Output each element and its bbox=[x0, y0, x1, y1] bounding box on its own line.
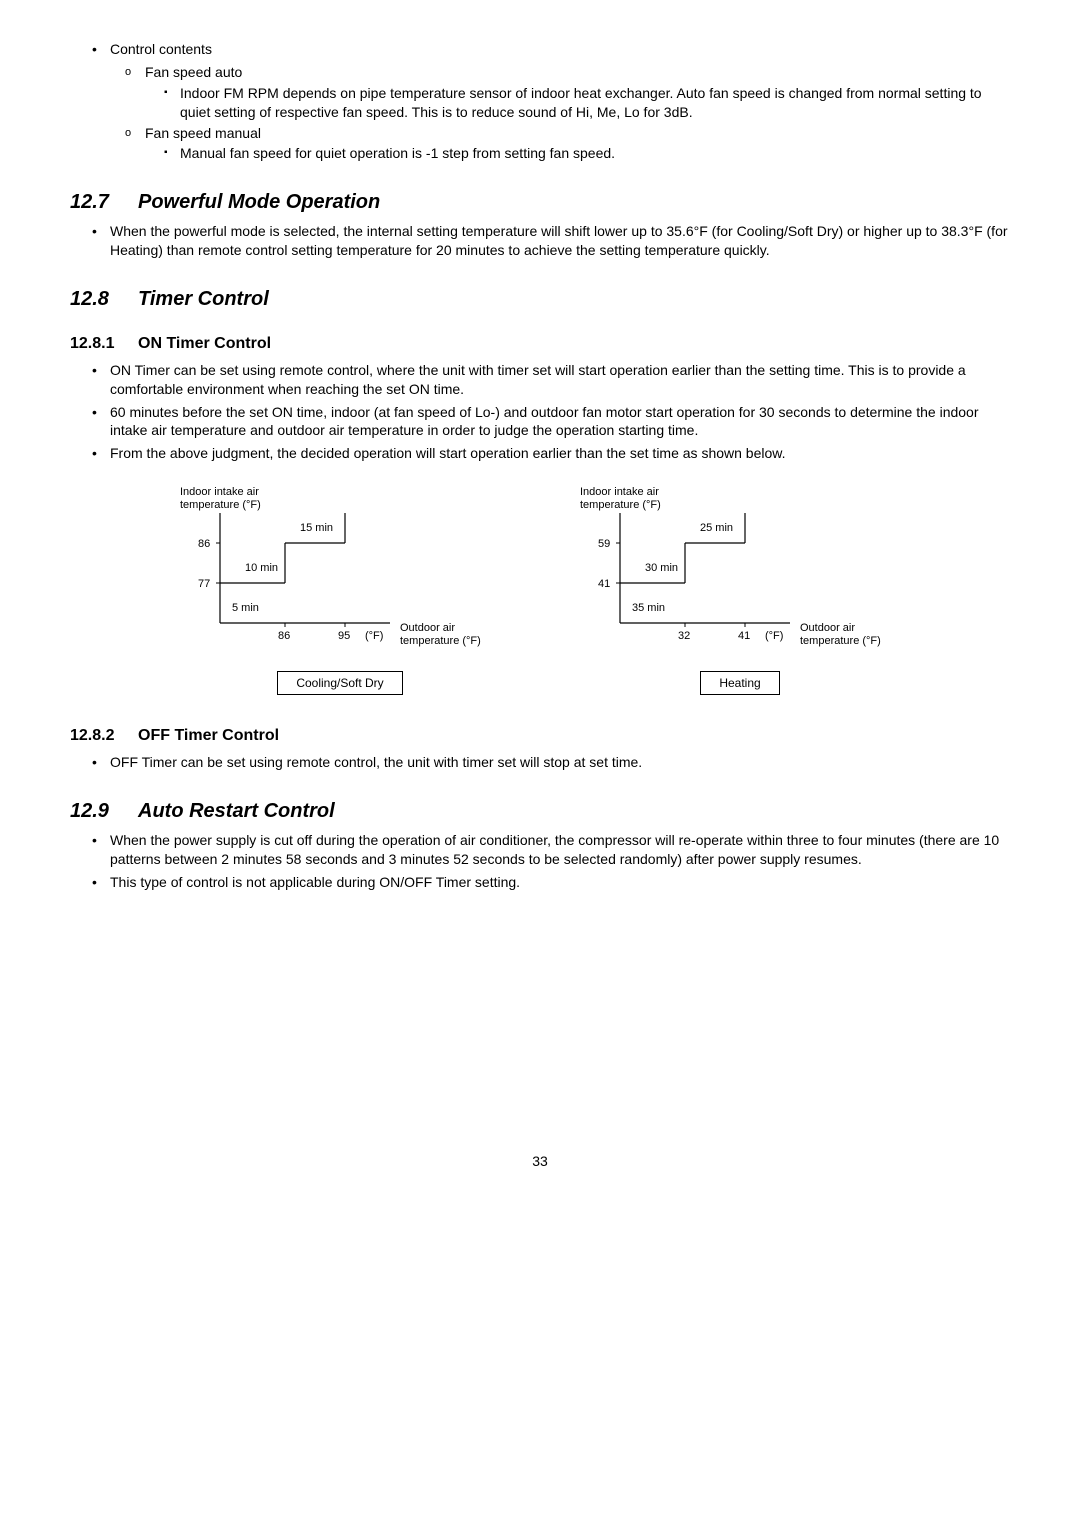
timer-charts: Indoor intake air temperature (°F) 86 77… bbox=[70, 483, 1010, 695]
section-12-9-num: 12.9 bbox=[70, 798, 138, 825]
cooling-xunit: (°F) bbox=[365, 630, 383, 642]
section-12-8-1-num: 12.8.1 bbox=[70, 333, 138, 355]
section-12-8-2-title: OFF Timer Control bbox=[138, 727, 279, 744]
section-12-9-title: Auto Restart Control bbox=[138, 800, 335, 822]
heating-y-41: 41 bbox=[598, 578, 610, 590]
section-12-8-1-p1: ON Timer can be set using remote control… bbox=[70, 361, 1010, 399]
heating-25min: 25 min bbox=[700, 522, 733, 534]
heating-ylabel1: Indoor intake air bbox=[580, 486, 659, 498]
section-12-9-p1: When the power supply is cut off during … bbox=[70, 831, 1010, 869]
cooling-x-86: 86 bbox=[278, 630, 290, 642]
section-12-7-title: Powerful Mode Operation bbox=[138, 191, 380, 213]
heating-xunit: (°F) bbox=[765, 630, 783, 642]
heating-xlabel1: Outdoor air bbox=[800, 622, 855, 634]
cooling-y-86: 86 bbox=[198, 538, 210, 550]
fan-speed-manual-detail: Manual fan speed for quiet operation is … bbox=[70, 144, 1010, 163]
page-number: 33 bbox=[70, 1152, 1010, 1171]
control-contents-title: Control contents bbox=[70, 40, 1010, 59]
section-12-9-p2: This type of control is not applicable d… bbox=[70, 873, 1010, 892]
heating-chart-box: Heating bbox=[700, 671, 779, 695]
section-12-8-num: 12.8 bbox=[70, 286, 138, 313]
cooling-10min: 10 min bbox=[245, 562, 278, 574]
cooling-x-95: 95 bbox=[338, 630, 350, 642]
section-12-8-1-p3: From the above judgment, the decided ope… bbox=[70, 444, 1010, 463]
heating-35min: 35 min bbox=[632, 602, 665, 614]
heating-chart-svg: Indoor intake air temperature (°F) 59 41… bbox=[560, 483, 920, 653]
heating-x-32: 32 bbox=[678, 630, 690, 642]
section-12-8-1-title: ON Timer Control bbox=[138, 335, 271, 352]
section-12-8-2-num: 12.8.2 bbox=[70, 725, 138, 747]
section-12-9-heading: 12.9Auto Restart Control bbox=[70, 798, 1010, 825]
control-contents-list: Control contents Fan speed auto Indoor F… bbox=[70, 40, 1010, 163]
cooling-xlabel1: Outdoor air bbox=[400, 622, 455, 634]
chart-ylabel2: temperature (°F) bbox=[180, 499, 261, 511]
heating-chart: Indoor intake air temperature (°F) 59 41… bbox=[560, 483, 920, 695]
section-12-8-heading: 12.8Timer Control bbox=[70, 286, 1010, 313]
cooling-y-77: 77 bbox=[198, 578, 210, 590]
fan-speed-manual: Fan speed manual bbox=[70, 124, 1010, 143]
heating-ylabel2: temperature (°F) bbox=[580, 499, 661, 511]
heating-x-41: 41 bbox=[738, 630, 750, 642]
section-12-7-num: 12.7 bbox=[70, 189, 138, 216]
section-12-8-2-heading: 12.8.2OFF Timer Control bbox=[70, 725, 1010, 747]
heating-y-59: 59 bbox=[598, 538, 610, 550]
cooling-xlabel2: temperature (°F) bbox=[400, 635, 481, 647]
cooling-5min: 5 min bbox=[232, 602, 259, 614]
cooling-15min: 15 min bbox=[300, 522, 333, 534]
section-12-8-1-heading: 12.8.1ON Timer Control bbox=[70, 333, 1010, 355]
section-12-7-heading: 12.7Powerful Mode Operation bbox=[70, 189, 1010, 216]
fan-speed-auto: Fan speed auto bbox=[70, 63, 1010, 82]
fan-speed-auto-detail: Indoor FM RPM depends on pipe temperatur… bbox=[70, 84, 1010, 122]
section-12-8-title: Timer Control bbox=[138, 288, 269, 310]
section-12-8-1-p2: 60 minutes before the set ON time, indoo… bbox=[70, 403, 1010, 441]
section-12-8-2-p1: OFF Timer can be set using remote contro… bbox=[70, 753, 1010, 772]
cooling-chart: Indoor intake air temperature (°F) 86 77… bbox=[160, 483, 520, 695]
cooling-chart-box: Cooling/Soft Dry bbox=[277, 671, 402, 695]
heating-30min: 30 min bbox=[645, 562, 678, 574]
cooling-chart-svg: Indoor intake air temperature (°F) 86 77… bbox=[160, 483, 520, 653]
chart-ylabel1: Indoor intake air bbox=[180, 486, 259, 498]
heating-xlabel2: temperature (°F) bbox=[800, 635, 881, 647]
section-12-7-p1: When the powerful mode is selected, the … bbox=[70, 222, 1010, 260]
